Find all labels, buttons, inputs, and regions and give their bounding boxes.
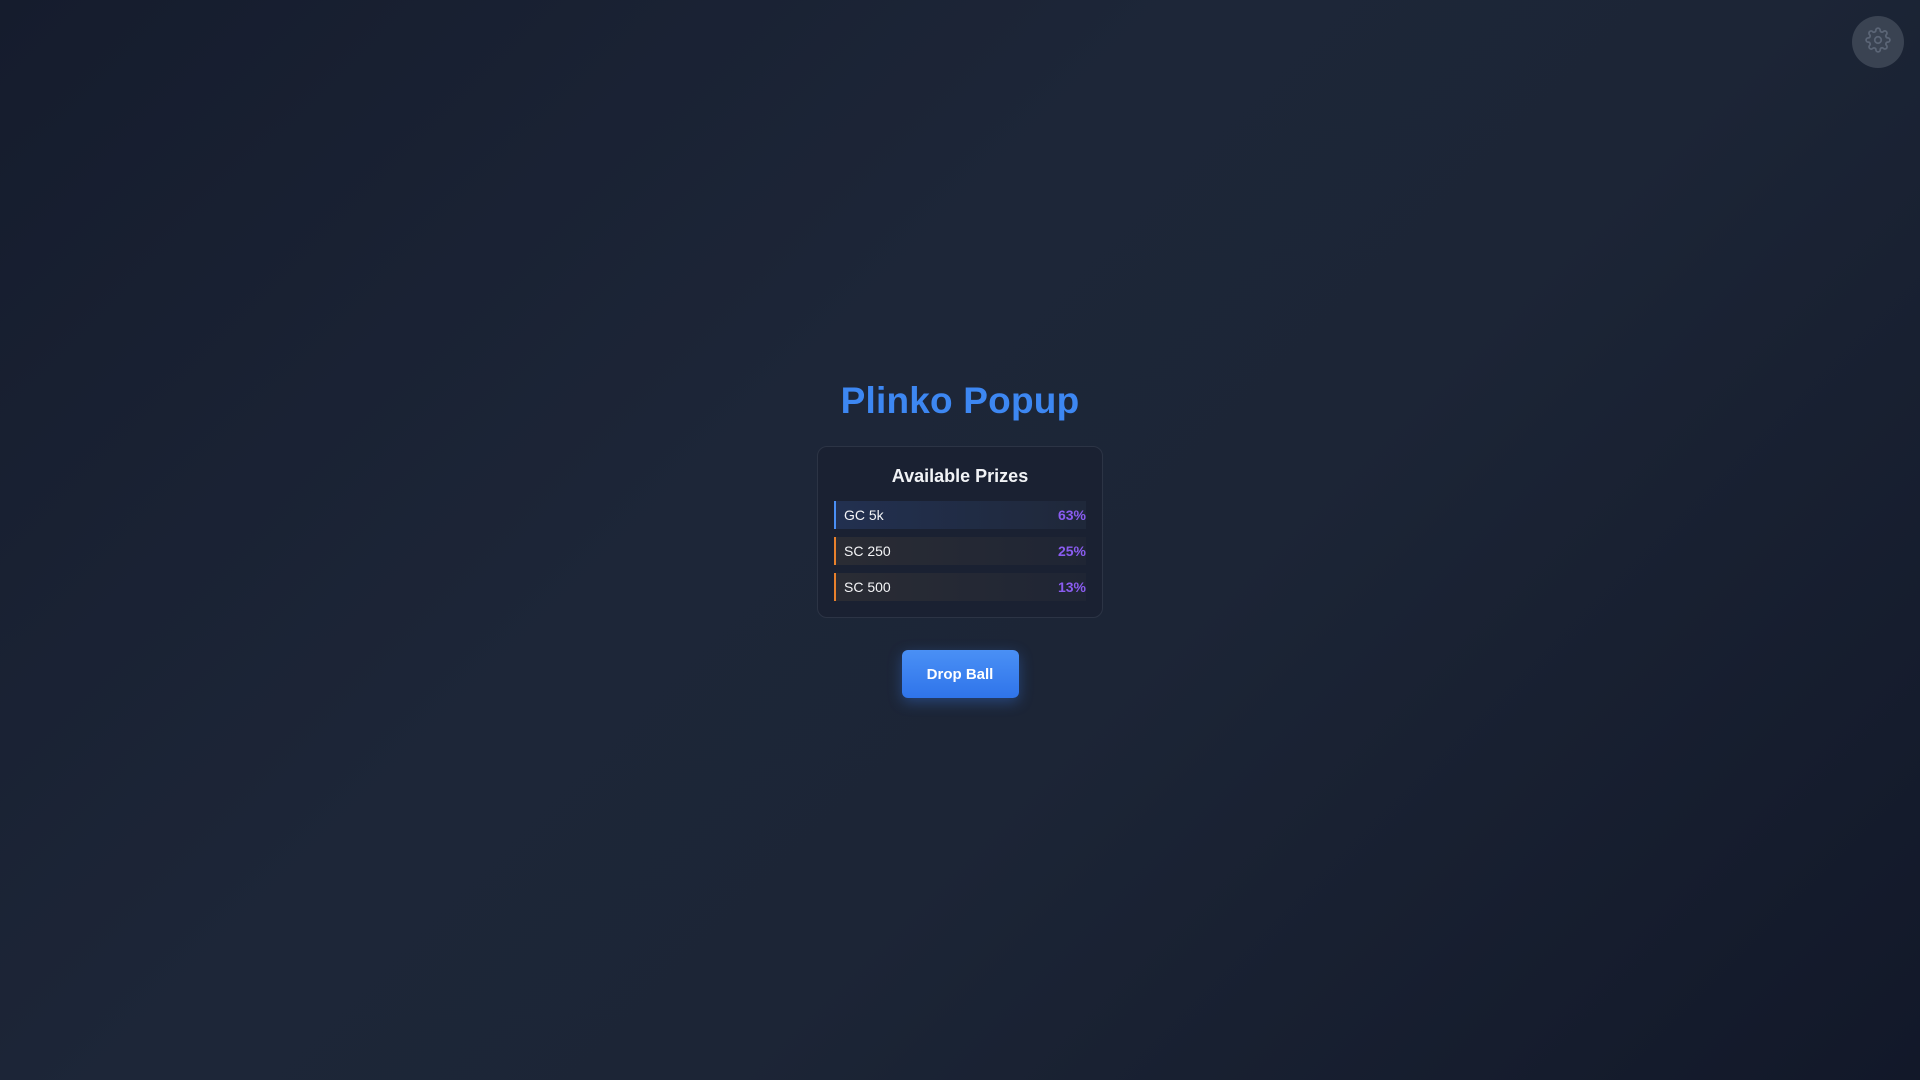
prize-percent: 25% [1057,543,1086,559]
prize-label: GC 5k [844,507,884,523]
prize-row: GC 5k 63% [834,501,1086,529]
main-panel: Plinko Popup Available Prizes GC 5k 63% … [0,378,1920,698]
gear-icon [1865,26,1891,58]
settings-button[interactable] [1852,16,1904,68]
prize-percent: 13% [1057,579,1086,595]
page-title: Plinko Popup [840,380,1080,421]
prize-row: SC 250 25% [834,537,1086,565]
drop-ball-button[interactable]: Drop Ball [901,650,1019,698]
prize-percent: 63% [1057,507,1086,523]
prize-label: SC 250 [844,543,891,559]
prizes-card: Available Prizes GC 5k 63% SC 250 25% SC… [817,446,1103,618]
prizes-heading: Available Prizes [891,466,1029,486]
prize-row: SC 500 13% [834,573,1086,601]
prize-label: SC 500 [844,579,891,595]
